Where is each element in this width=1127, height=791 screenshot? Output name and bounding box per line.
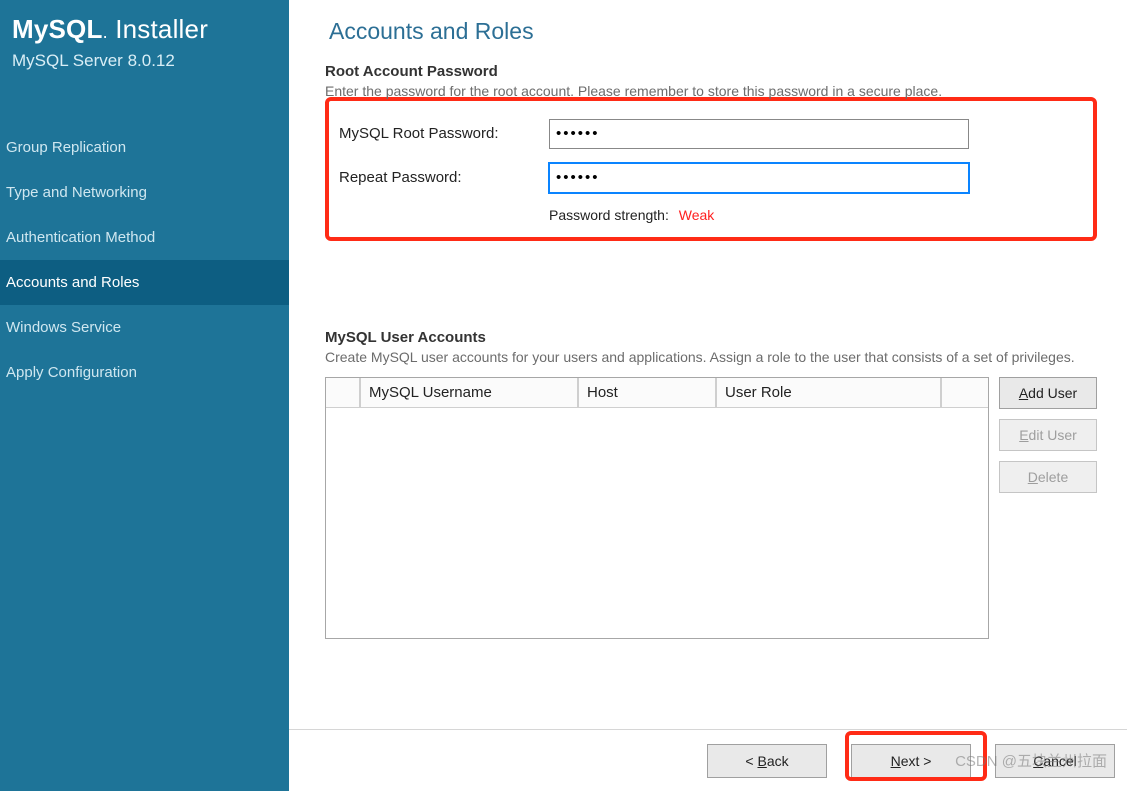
user-accounts-section: MySQL User Accounts Create MySQL user ac… <box>325 329 1097 791</box>
add-user-button[interactable]: Add User <box>999 377 1097 409</box>
repeat-password-label: Repeat Password: <box>339 169 549 186</box>
logo-installer: Installer <box>115 14 208 44</box>
sidebar-item-accounts-and-roles[interactable]: Accounts and Roles <box>0 260 289 305</box>
sidebar-item-type-and-networking[interactable]: Type and Networking <box>0 170 289 215</box>
accounts-heading: MySQL User Accounts <box>325 329 1097 346</box>
sidebar-item-apply-configuration[interactable]: Apply Configuration <box>0 350 289 395</box>
password-strength-value: Weak <box>679 207 715 223</box>
col-host[interactable]: Host <box>578 378 716 408</box>
edit-user-button: Edit User <box>999 419 1097 451</box>
next-button[interactable]: Next > <box>851 744 971 778</box>
page-title: Accounts and Roles <box>329 18 1097 45</box>
footer: < Back Next > Cancel <box>289 729 1127 791</box>
accounts-desc: Create MySQL user accounts for your user… <box>325 348 1097 367</box>
col-username[interactable]: MySQL Username <box>360 378 578 408</box>
col-extra <box>941 378 988 408</box>
table-header: MySQL Username Host User Role <box>326 378 988 408</box>
logo-mysql: MySQL <box>12 14 103 44</box>
logo: MySQL. Installer <box>12 14 277 45</box>
col-role[interactable]: User Role <box>716 378 941 408</box>
root-password-input[interactable] <box>549 119 969 149</box>
user-accounts-table[interactable]: MySQL Username Host User Role <box>325 377 989 639</box>
sidebar-item-group-replication[interactable]: Group Replication <box>0 125 289 170</box>
col-spacer <box>326 378 360 408</box>
password-highlight-box: MySQL Root Password: Repeat Password: Pa… <box>325 97 1097 241</box>
root-password-label: MySQL Root Password: <box>339 125 549 142</box>
sidebar: MySQL. Installer MySQL Server 8.0.12 Gro… <box>0 0 289 791</box>
root-heading: Root Account Password <box>325 63 1097 80</box>
sidebar-item-authentication-method[interactable]: Authentication Method <box>0 215 289 260</box>
cancel-button[interactable]: Cancel <box>995 744 1115 778</box>
password-strength-row: Password strength: Weak <box>549 207 1083 223</box>
sidebar-subtitle: MySQL Server 8.0.12 <box>12 51 277 71</box>
root-password-section: Root Account Password Enter the password… <box>325 63 1097 241</box>
sidebar-items: Group Replication Type and Networking Au… <box>0 125 289 395</box>
password-strength-label: Password strength: <box>549 207 669 223</box>
sidebar-header: MySQL. Installer MySQL Server 8.0.12 <box>0 0 289 79</box>
back-button[interactable]: < Back <box>707 744 827 778</box>
repeat-password-input[interactable] <box>549 163 969 193</box>
delete-user-button: Delete <box>999 461 1097 493</box>
main-panel: Accounts and Roles Root Account Password… <box>289 0 1127 791</box>
sidebar-item-windows-service[interactable]: Windows Service <box>0 305 289 350</box>
